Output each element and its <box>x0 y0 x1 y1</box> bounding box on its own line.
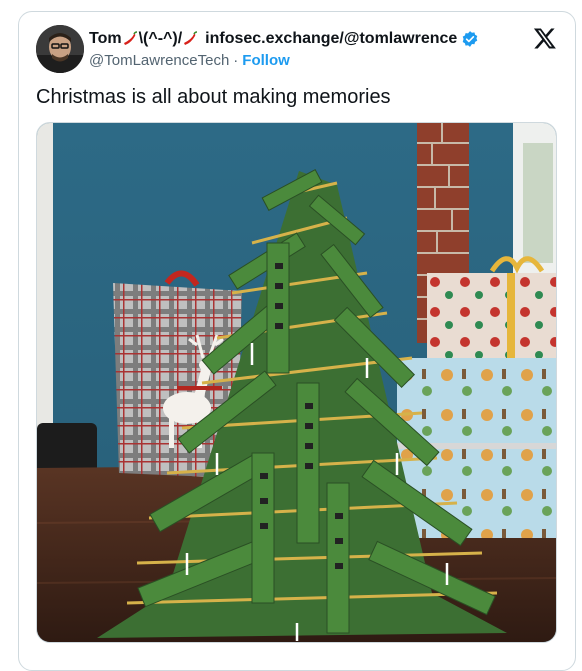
display-name-middle: \(^-^)/ <box>138 30 183 47</box>
tweet-text: Christmas is all about making memories <box>36 86 391 108</box>
verified-badge-icon <box>463 31 478 47</box>
tweet-image[interactable] <box>36 122 557 643</box>
x-logo-icon[interactable] <box>533 26 557 50</box>
display-name[interactable]: Tom \(^-^)/ infosec.exchange/@tomlawrenc… <box>89 28 479 50</box>
separator: · <box>233 52 239 69</box>
follow-button[interactable]: Follow <box>242 52 290 69</box>
display-name-prefix: Tom <box>89 30 122 47</box>
handle[interactable]: @TomLawrenceTech <box>89 52 229 69</box>
chili-pepper-icon <box>182 30 199 48</box>
handle-row: @TomLawrenceTech · Follow <box>89 52 290 69</box>
tweet-card: Tom \(^-^)/ infosec.exchange/@tomlawrenc… <box>18 11 576 671</box>
avatar[interactable] <box>36 25 84 73</box>
display-name-suffix: infosec.exchange/@tomlawrence <box>205 30 458 47</box>
chili-pepper-icon <box>122 30 139 48</box>
ram-christmas-tree-photo <box>37 123 556 642</box>
